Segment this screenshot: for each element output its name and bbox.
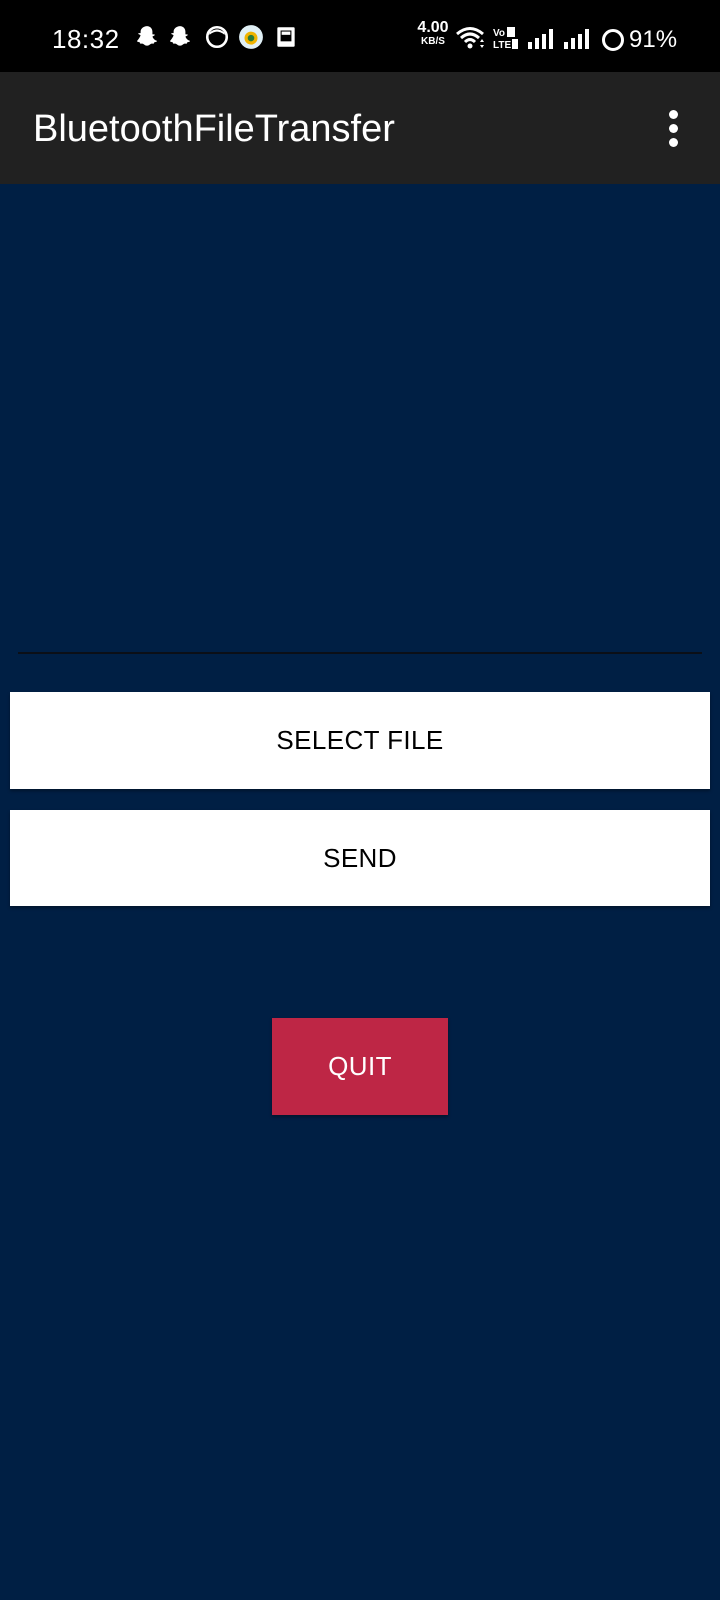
network-speed: 4.00 KB/S bbox=[413, 20, 453, 47]
volte-label-bottom: LTE bbox=[493, 40, 511, 50]
signal-icon bbox=[527, 28, 557, 50]
signal-icon bbox=[563, 28, 593, 50]
snapchat-icon bbox=[167, 24, 193, 50]
battery-percent: 91% bbox=[629, 26, 678, 53]
more-vert-icon[interactable] bbox=[654, 108, 694, 148]
wifi-icon bbox=[455, 24, 485, 52]
select-file-button[interactable]: SELECT FILE bbox=[10, 692, 710, 789]
status-time: 18:32 bbox=[52, 24, 120, 54]
network-speed-unit: KB/S bbox=[421, 36, 445, 47]
send-button[interactable]: SEND bbox=[10, 810, 710, 906]
volte-label-top: Vo bbox=[493, 28, 505, 39]
face-icon bbox=[204, 24, 230, 50]
network-speed-value: 4.00 bbox=[417, 19, 449, 36]
app-bar: BluetoothFileTransfer bbox=[0, 72, 720, 184]
main-content: SELECT FILE SEND QUIT bbox=[0, 184, 720, 1600]
volte-icon: Vo LTE bbox=[492, 26, 520, 50]
cast-icon bbox=[273, 24, 299, 50]
status-bar: 18:32 4.00 KB/S Vo LTE 91% bbox=[0, 0, 720, 72]
quit-button[interactable]: QUIT bbox=[272, 1018, 448, 1115]
divider bbox=[18, 652, 702, 654]
snapchat-icon bbox=[134, 24, 160, 50]
app-title: BluetoothFileTransfer bbox=[33, 108, 395, 150]
battery-ring-icon bbox=[601, 28, 625, 52]
app-icon bbox=[238, 24, 264, 50]
